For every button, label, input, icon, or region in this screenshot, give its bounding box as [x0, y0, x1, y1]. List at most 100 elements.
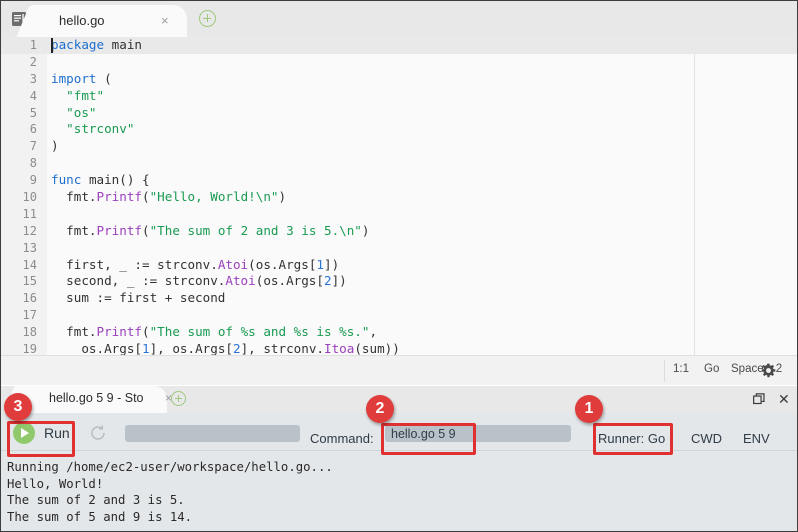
- restart-icon[interactable]: [89, 424, 107, 442]
- console-line: Running /home/ec2-user/workspace/hello.g…: [7, 459, 798, 476]
- code-text: import (: [51, 71, 112, 88]
- code-text: "os": [51, 105, 97, 122]
- play-icon: [13, 422, 35, 444]
- annotation-badge-3: 3: [4, 393, 32, 421]
- code-token: (: [97, 71, 112, 86]
- code-token: [51, 121, 66, 136]
- code-line[interactable]: 8: [1, 155, 798, 172]
- code-line[interactable]: 14 first, _ := strconv.Atoi(os.Args[1]): [1, 257, 798, 274]
- code-text: "strconv": [51, 121, 134, 138]
- command-label: Command:: [310, 431, 374, 446]
- line-number: 2: [1, 54, 37, 71]
- env-button[interactable]: ENV: [743, 431, 770, 446]
- line-number: 13: [1, 240, 37, 257]
- code-text: fmt.Printf("Hello, World!\n"): [51, 189, 286, 206]
- new-tab-plus-icon[interactable]: [199, 10, 216, 27]
- code-text: first, _ := strconv.Atoi(os.Args[1]): [51, 257, 339, 274]
- panel-tab-bar: hello.go 5 9 - Sto × ✕: [1, 386, 798, 413]
- code-text: "fmt": [51, 88, 104, 105]
- code-content[interactable]: 1package main23import (4 "fmt"5 "os"6 "s…: [1, 37, 798, 355]
- play-triangle: [21, 428, 29, 438]
- editor-tab-label: hello.go: [59, 13, 105, 28]
- plus-vertical: [207, 14, 209, 22]
- code-token: Printf: [97, 189, 143, 204]
- panel-tab-label: hello.go 5 9 - Sto: [49, 391, 144, 405]
- runner-args-field[interactable]: [125, 425, 300, 442]
- line-number: 8: [1, 155, 37, 172]
- line-number: 14: [1, 257, 37, 274]
- code-token: Printf: [97, 324, 143, 339]
- plus-vertical: [178, 395, 180, 402]
- code-line[interactable]: 17: [1, 307, 798, 324]
- code-line[interactable]: 10 fmt.Printf("Hello, World!\n"): [1, 189, 798, 206]
- code-line[interactable]: 5 "os": [1, 105, 798, 122]
- code-token: Atoi: [225, 273, 255, 288]
- annotation-badge-2: 2: [366, 395, 394, 423]
- code-token: 1: [142, 341, 150, 355]
- run-button[interactable]: Run: [13, 421, 70, 445]
- code-line[interactable]: 19 os.Args[1], os.Args[2], strconv.Itoa(…: [1, 341, 798, 355]
- line-number: 5: [1, 105, 37, 122]
- console-output[interactable]: Running /home/ec2-user/workspace/hello.g…: [1, 452, 798, 532]
- code-line[interactable]: 7): [1, 138, 798, 155]
- line-number: 4: [1, 88, 37, 105]
- language-mode[interactable]: Go: [704, 363, 719, 375]
- code-line[interactable]: 6 "strconv": [1, 121, 798, 138]
- code-token: (: [142, 223, 150, 238]
- line-number: 19: [1, 341, 37, 355]
- code-token: main: [104, 37, 142, 52]
- code-token: fmt.: [51, 324, 97, 339]
- code-token: fmt.: [51, 223, 97, 238]
- code-line[interactable]: 15 second, _ := strconv.Atoi(os.Args[2]): [1, 273, 798, 290]
- code-text: sum := first + second: [51, 290, 225, 307]
- code-token: "strconv": [66, 121, 134, 136]
- cursor-position[interactable]: 1:1: [673, 363, 689, 375]
- code-line[interactable]: 1package main: [1, 37, 798, 54]
- line-number: 10: [1, 189, 37, 206]
- cwd-button[interactable]: CWD: [691, 431, 722, 446]
- code-token: (sum)): [354, 341, 400, 355]
- code-line[interactable]: 4 "fmt": [1, 88, 798, 105]
- code-token: "os": [66, 105, 96, 120]
- code-token: os.Args[: [51, 341, 142, 355]
- code-token: 1: [316, 257, 324, 272]
- panel-new-tab-plus-icon[interactable]: [171, 391, 186, 406]
- code-line[interactable]: 12 fmt.Printf("The sum of 2 and 3 is 5.\…: [1, 223, 798, 240]
- code-line[interactable]: 13: [1, 240, 798, 257]
- close-icon[interactable]: ×: [161, 13, 169, 29]
- code-text: second, _ := strconv.Atoi(os.Args[2]): [51, 273, 347, 290]
- maximize-icon[interactable]: [753, 393, 766, 406]
- panel-tab-runner[interactable]: hello.go 5 9 - Sto ×: [21, 386, 167, 413]
- code-token: ], strconv.: [241, 341, 324, 355]
- code-token: sum := first + second: [51, 290, 225, 305]
- code-token: 2: [233, 341, 241, 355]
- code-token: [51, 105, 66, 120]
- code-line[interactable]: 11: [1, 206, 798, 223]
- line-number: 11: [1, 206, 37, 223]
- code-editor[interactable]: 1package main23import (4 "fmt"5 "os"6 "s…: [1, 37, 798, 355]
- text-cursor: [51, 38, 53, 53]
- code-token: [51, 88, 66, 103]
- command-input[interactable]: hello.go 5 9: [385, 425, 571, 442]
- line-number: 18: [1, 324, 37, 341]
- cloud9-ide-window: hello.go × 1package main23import (4 "fmt…: [0, 0, 798, 532]
- line-number: 12: [1, 223, 37, 240]
- code-token: ]): [332, 273, 347, 288]
- code-line[interactable]: 9func main() {: [1, 172, 798, 189]
- runner-selector[interactable]: Runner: Go: [598, 431, 665, 446]
- code-token: "Hello, World!\n": [150, 189, 279, 204]
- line-number: 6: [1, 121, 37, 138]
- code-token: fmt.: [51, 189, 97, 204]
- code-text: os.Args[1], os.Args[2], strconv.Itoa(sum…: [51, 341, 400, 355]
- editor-tab-hello-go[interactable]: hello.go ×: [37, 5, 187, 37]
- gear-icon[interactable]: [761, 363, 776, 378]
- runner-toolbar: Run Command: hello.go 5 9 Runner: Go CWD…: [1, 413, 798, 451]
- code-line[interactable]: 18 fmt.Printf("The sum of %s and %s is %…: [1, 324, 798, 341]
- code-line[interactable]: 3import (: [1, 71, 798, 88]
- code-token: import: [51, 71, 97, 86]
- code-line[interactable]: 16 sum := first + second: [1, 290, 798, 307]
- console-line: Hello, World!: [7, 476, 798, 493]
- panel-close-icon[interactable]: ✕: [778, 391, 790, 407]
- code-token: ): [51, 138, 59, 153]
- code-line[interactable]: 2: [1, 54, 798, 71]
